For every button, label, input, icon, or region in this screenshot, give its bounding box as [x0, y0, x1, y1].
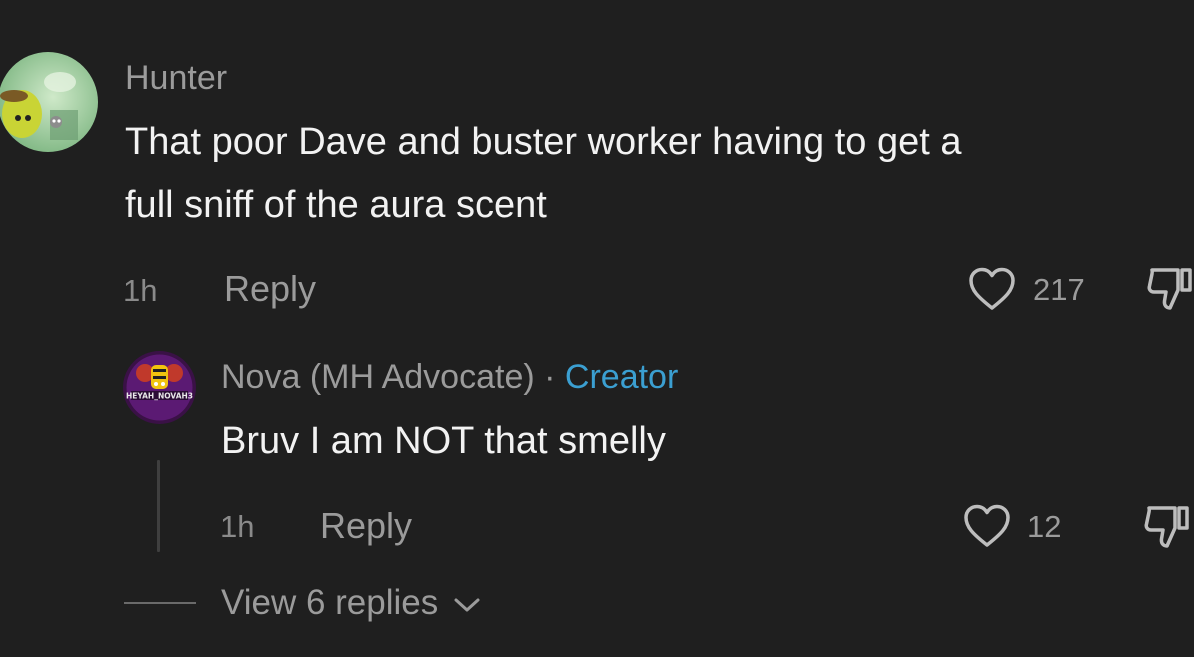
dislike-icon[interactable] [1141, 502, 1191, 552]
reply-reply-button[interactable]: Reply [320, 508, 412, 544]
heart-icon[interactable] [968, 266, 1016, 312]
reply-timestamp: 1h [220, 509, 255, 544]
reply-like-count: 12 [1027, 509, 1062, 544]
dislike-icon[interactable] [1144, 264, 1194, 314]
chevron-down-icon [452, 595, 482, 615]
reply-username[interactable]: Nova (MH Advocate) [221, 358, 535, 396]
heart-icon[interactable] [963, 503, 1011, 549]
avatar[interactable] [0, 52, 98, 152]
separator-dot: · [544, 358, 556, 396]
reply-username-row: Nova (MH Advocate) · Creator [221, 360, 678, 394]
comment-text-line-1: That poor Dave and buster worker having … [125, 121, 962, 163]
comment-text-line-2: full sniff of the aura scent [125, 184, 547, 226]
view-replies-divider [124, 602, 196, 604]
view-replies-label: View 6 replies [221, 583, 439, 622]
comment-username[interactable]: Hunter [125, 61, 227, 95]
avatar-caption: HEYAH_NOVAH3 [126, 392, 193, 401]
reply-button[interactable]: Reply [224, 271, 316, 307]
reply-text: Bruv I am NOT that smelly [221, 420, 666, 462]
creator-badge: Creator [564, 358, 679, 396]
comment-timestamp: 1h [123, 273, 158, 308]
reply-avatar[interactable]: HEYAH_NOVAH3 [123, 351, 196, 424]
like-count: 217 [1033, 272, 1085, 307]
thread-line [157, 460, 160, 552]
view-replies-button[interactable]: View 6 replies [221, 585, 482, 620]
